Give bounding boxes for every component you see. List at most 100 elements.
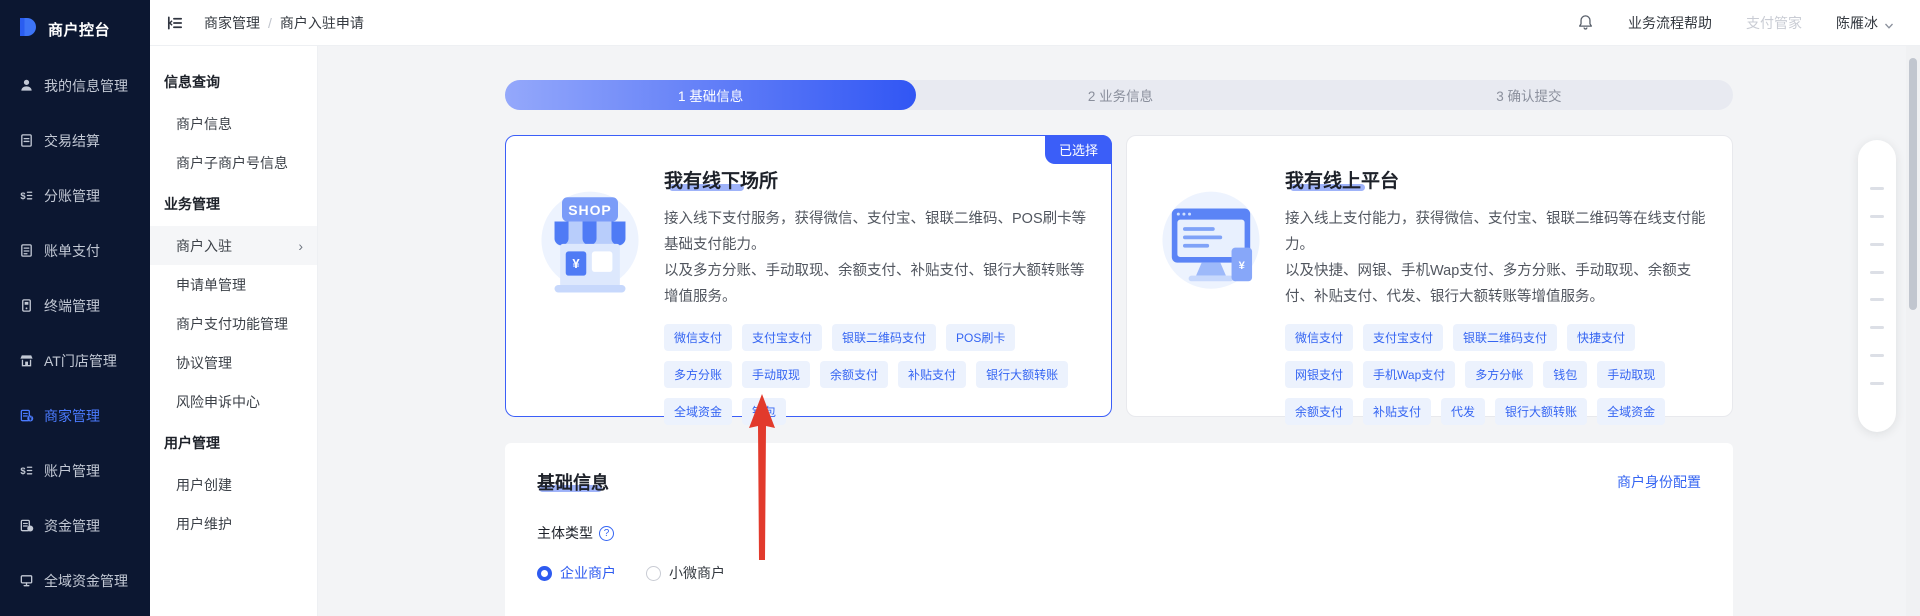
anchor-dash[interactable] <box>1870 243 1884 246</box>
submenu-item-label: 用户创建 <box>176 475 232 495</box>
brand[interactable]: 商户控台 <box>0 0 150 58</box>
sidebar-item-label: 交易结算 <box>44 131 100 151</box>
app-window: 商户控台 我的信息管理 交易结算 $ 分账管理 <box>0 0 1920 616</box>
sidebar-item[interactable]: 我的信息管理 <box>0 58 150 113</box>
store-icon <box>18 353 34 369</box>
submenu-item[interactable]: 用户维护 › <box>150 504 317 543</box>
anchor-dash[interactable] <box>1870 298 1884 301</box>
submenu-item[interactable]: 商户信息 › <box>150 104 317 143</box>
capability-tags: 微信支付支付宝支付银联二维码支付POS刷卡多方分账手动取现余额支付补贴支付银行大… <box>664 324 1091 425</box>
online-platform-card[interactable]: ¥ 我有线上平台 接入线上支付能力，获得微信、支付宝、银联二维码等在线支付能力。… <box>1126 135 1733 417</box>
stepper-step-label: 2 业务信息 <box>1088 85 1153 105</box>
funds-icon <box>18 518 34 534</box>
scrollbar-thumb[interactable] <box>1909 58 1917 310</box>
sidebar-item[interactable]: 资金管理 <box>0 498 150 553</box>
anchor-dash[interactable] <box>1870 215 1884 218</box>
capability-tag: 微信支付 <box>664 324 732 351</box>
capability-tag: 银联二维码支付 <box>832 324 936 351</box>
submenu-item-label: 风险申诉中心 <box>176 392 260 412</box>
main-content: 1 基础信息 2 业务信息 3 确认提交 <box>318 46 1920 616</box>
brand-logo-icon <box>16 16 38 43</box>
submenu-item-label: 用户管理 <box>164 433 220 453</box>
sidebar-item-label: 终端管理 <box>44 296 100 316</box>
stepper-step-label: 3 确认提交 <box>1496 85 1561 105</box>
sidebar-item[interactable]: 交易结算 <box>0 113 150 168</box>
sidebar-item-label: 分账管理 <box>44 186 100 206</box>
capability-tag: 网银支付 <box>1285 361 1353 388</box>
notification-bell-icon[interactable] <box>1577 14 1594 32</box>
sidebar-item[interactable]: 终端管理 <box>0 278 150 333</box>
capability-tag: 快捷支付 <box>1567 324 1635 351</box>
user-menu[interactable]: 陈雁冰 <box>1836 13 1894 33</box>
radio-icon <box>646 566 661 581</box>
collapse-sidebar-icon[interactable] <box>166 13 186 33</box>
anchor-dash[interactable] <box>1870 326 1884 329</box>
radio-option[interactable]: 小微商户 <box>646 563 725 583</box>
chevron-right-icon: › <box>298 238 303 254</box>
breadcrumb: 商家管理 / 商户入驻申请 <box>204 13 364 33</box>
chevron-down-icon <box>1884 18 1894 28</box>
radio-option[interactable]: 企业商户 <box>537 563 616 583</box>
stepper-step[interactable]: 3 确认提交 <box>1325 80 1733 110</box>
submenu-item[interactable]: 协议管理 › <box>150 343 317 382</box>
breadcrumb-item[interactable]: 商家管理 <box>204 13 260 33</box>
anchor-dash[interactable] <box>1870 187 1884 190</box>
global-funds-icon <box>18 573 34 589</box>
help-icon[interactable]: ? <box>599 526 614 541</box>
breadcrumb-separator: / <box>268 15 272 31</box>
radio-label: 小微商户 <box>669 563 725 583</box>
page-scrollbar <box>1906 46 1920 616</box>
capability-tag: 钱包 <box>742 398 786 425</box>
submenu-item-label: 商户支付功能管理 <box>176 314 288 334</box>
account-icon: $ <box>18 463 34 479</box>
capability-tag: 支付宝支付 <box>742 324 822 351</box>
workflow-help-link[interactable]: 业务流程帮助 <box>1628 13 1712 33</box>
merchant-icon: ¥ <box>18 408 34 424</box>
monitor-illustration: ¥ <box>1155 184 1267 396</box>
svg-text:$: $ <box>20 466 26 476</box>
primary-nav: 我的信息管理 交易结算 $ 分账管理 账单支付 <box>0 58 150 608</box>
sidebar-item-label: 我的信息管理 <box>44 76 128 96</box>
anchor-dash[interactable] <box>1870 271 1884 274</box>
svg-text:¥: ¥ <box>1239 260 1246 272</box>
offline-venue-card[interactable]: 已选择 SHOP <box>505 135 1112 417</box>
sidebar-item[interactable]: AT门店管理 <box>0 333 150 388</box>
submenu-item-label: 商户信息 <box>176 114 232 134</box>
capability-tag: 余额支付 <box>1285 398 1353 425</box>
capability-tag: 支付宝支付 <box>1363 324 1443 351</box>
submenu-item[interactable]: 用户管理 › <box>150 421 317 465</box>
submenu-item-label: 申请单管理 <box>176 275 246 295</box>
anchor-dash[interactable] <box>1870 354 1884 357</box>
submenu-item[interactable]: 信息查询 › <box>150 60 317 104</box>
username: 陈雁冰 <box>1836 13 1878 33</box>
breadcrumb-item[interactable]: 商户入驻申请 <box>280 13 364 33</box>
stepper-step-label: 1 基础信息 <box>678 85 743 105</box>
submenu-item[interactable]: 风险申诉中心 › <box>150 382 317 421</box>
capability-tag: 手动取现 <box>1597 361 1665 388</box>
submenu-item-label: 业务管理 <box>164 194 220 214</box>
sidebar-item[interactable]: $ 分账管理 <box>0 168 150 223</box>
sidebar-item[interactable]: ¥ 商家管理 <box>0 388 150 443</box>
capability-tag: 手动取现 <box>742 361 810 388</box>
stepper-step[interactable]: 2 业务信息 <box>916 80 1324 110</box>
secondary-sidebar: 信息查询 › 商户信息 › 商户子商户号信息 › 业务管理 <box>150 46 318 616</box>
payment-assistant-link[interactable]: 支付管家 <box>1746 13 1802 33</box>
anchor-dash[interactable] <box>1870 382 1884 385</box>
capability-tag: POS刷卡 <box>946 324 1015 351</box>
submenu-item[interactable]: 商户入驻 › <box>150 226 317 265</box>
sidebar-item-label: 资金管理 <box>44 516 100 536</box>
sidebar-item[interactable]: 全域资金管理 <box>0 553 150 608</box>
submenu-item[interactable]: 申请单管理 › <box>150 265 317 304</box>
capability-tag: 银行大额转账 <box>1495 398 1587 425</box>
capability-tag: 多方分账 <box>664 361 732 388</box>
submenu-item[interactable]: 商户子商户号信息 › <box>150 143 317 182</box>
capability-tag: 补贴支付 <box>1363 398 1431 425</box>
submenu-item[interactable]: 用户创建 › <box>150 465 317 504</box>
sidebar-item[interactable]: 账单支付 <box>0 223 150 278</box>
sidebar-item[interactable]: $ 账户管理 <box>0 443 150 498</box>
stepper-step[interactable]: 1 基础信息 <box>505 80 916 110</box>
submenu-item[interactable]: 商户支付功能管理 › <box>150 304 317 343</box>
primary-sidebar: 商户控台 我的信息管理 交易结算 $ 分账管理 <box>0 0 150 616</box>
identity-config-link[interactable]: 商户身份配置 <box>1617 472 1701 492</box>
submenu-item[interactable]: 业务管理 › <box>150 182 317 226</box>
